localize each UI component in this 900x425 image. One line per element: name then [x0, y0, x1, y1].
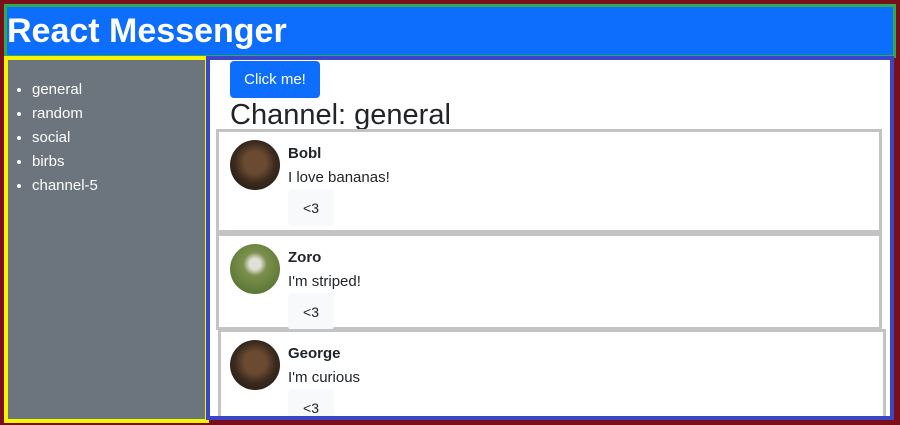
message-author: Zoro — [288, 249, 322, 266]
monkey-avatar — [230, 140, 280, 190]
heart-reaction-button[interactable]: <3 — [288, 189, 334, 226]
message-text: I love bananas! — [288, 169, 390, 186]
message-card: Bobl I love bananas! <3 — [216, 129, 882, 233]
channel-title-prefix: Channel: — [230, 99, 347, 131]
channel-sidebar: general random social birbs channel-5 — [4, 56, 209, 423]
message-card: Zoro I'm striped! <3 — [216, 233, 882, 330]
message-text: I'm curious — [288, 369, 361, 386]
zebra-avatar — [230, 244, 280, 294]
monkey-avatar — [230, 340, 280, 390]
app-header: React Messenger — [4, 4, 896, 58]
channel-title-name: general — [354, 99, 451, 131]
message-panel: Click me! Channel: general Bobl I love b… — [206, 56, 894, 420]
heart-reaction-button[interactable]: <3 — [288, 293, 334, 330]
channel-item-channel-5[interactable]: channel-5 — [32, 174, 205, 198]
channel-item-general[interactable]: general — [32, 78, 205, 102]
message-card: George I'm curious <3 — [218, 329, 886, 416]
channel-item-social[interactable]: social — [32, 126, 205, 150]
heart-reaction-button[interactable]: <3 — [288, 389, 334, 416]
click-me-button[interactable]: Click me! — [230, 61, 320, 98]
message-text: I'm striped! — [288, 273, 361, 290]
message-author: Bobl — [288, 145, 322, 162]
message-author: George — [288, 345, 341, 362]
channel-item-random[interactable]: random — [32, 102, 205, 126]
channel-title: Channel: general — [230, 98, 451, 132]
app-title: React Messenger — [7, 12, 287, 50]
channel-item-birbs[interactable]: birbs — [32, 150, 205, 174]
channel-list: general random social birbs channel-5 — [8, 60, 205, 198]
